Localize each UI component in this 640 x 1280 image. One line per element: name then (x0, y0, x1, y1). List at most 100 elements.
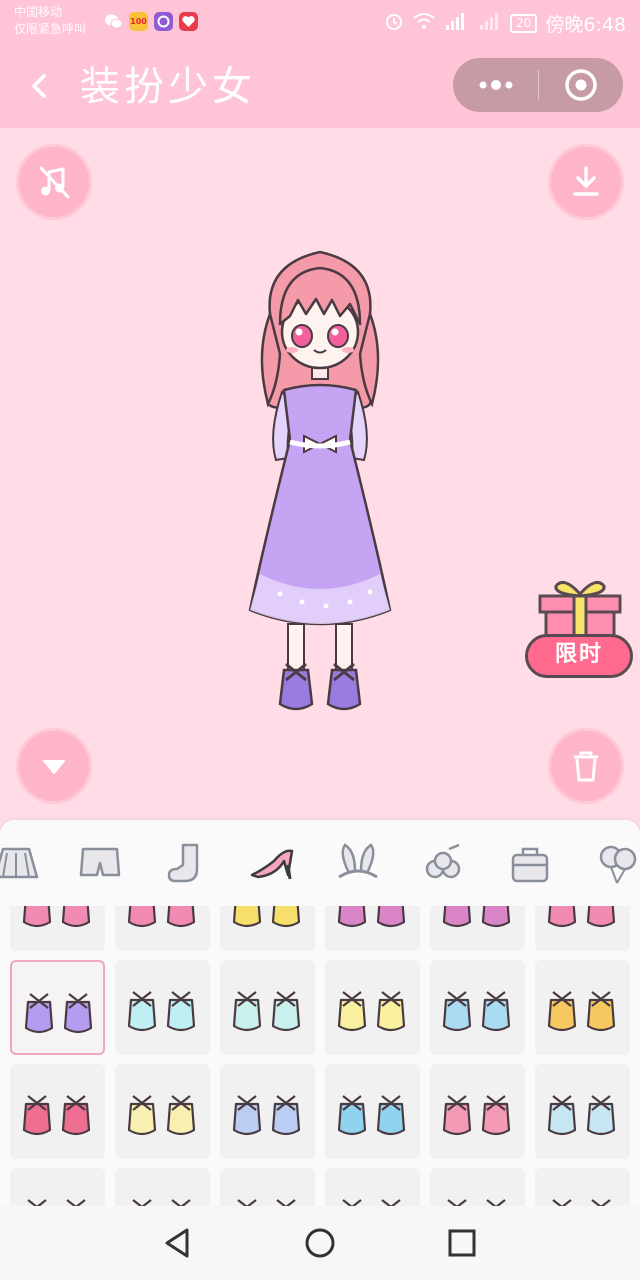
shoe-item[interactable] (535, 906, 630, 951)
shoe-item[interactable] (430, 1064, 525, 1159)
shoe-pair-icon (547, 991, 616, 1032)
nav-home-button[interactable] (297, 1220, 343, 1266)
shorts-icon (79, 847, 121, 877)
shoe-item[interactable] (10, 1168, 105, 1206)
shoe-item[interactable] (535, 960, 630, 1055)
battery-indicator: 20 (510, 14, 538, 33)
shoe-pair-icon (547, 906, 616, 928)
dressup-character[interactable] (240, 244, 400, 714)
shoe-pair-icon (127, 1095, 196, 1136)
tab-skirt[interactable] (0, 832, 48, 894)
system-status: 20 傍晚6:48 (384, 10, 626, 37)
nav-recents-button[interactable] (439, 1220, 485, 1266)
shoe-item[interactable] (10, 1064, 105, 1159)
shoe-item[interactable] (220, 1168, 315, 1206)
shoe-pair-icon (132, 1199, 191, 1206)
shoe-item[interactable] (325, 906, 420, 951)
tab-bag[interactable] (498, 832, 562, 894)
health-app-icon (179, 12, 198, 31)
collapse-button[interactable] (16, 728, 92, 804)
download-button[interactable] (548, 144, 624, 220)
shoe-item[interactable] (325, 1064, 420, 1159)
shoe-item[interactable] (535, 1168, 630, 1206)
shoe-item[interactable] (430, 906, 525, 951)
shoe-item[interactable] (220, 906, 315, 951)
miniprogram-capsule (453, 58, 623, 112)
shoe-pair-icon (337, 991, 406, 1032)
shoe-pair-icon (127, 991, 196, 1032)
bunny-ears-icon (338, 843, 378, 879)
delete-button[interactable] (548, 728, 624, 804)
shoe-pair-icon (27, 1199, 86, 1206)
category-bar (0, 820, 640, 906)
tab-shorts[interactable] (68, 832, 132, 894)
tab-socks[interactable] (154, 832, 218, 894)
shoe-pair-icon (337, 906, 406, 928)
shoe-item[interactable] (10, 906, 105, 951)
tab-shoes[interactable] (240, 832, 304, 894)
shoe-item[interactable] (115, 1168, 210, 1206)
shoe-pair-icon (442, 1095, 511, 1136)
shoe-pair-icon (232, 991, 301, 1032)
shoe-item[interactable] (430, 960, 525, 1055)
tab-headwear[interactable] (326, 832, 390, 894)
shoe-item[interactable] (220, 1064, 315, 1159)
shoe-item[interactable] (10, 960, 105, 1055)
music-toggle-button[interactable] (16, 144, 92, 220)
music-off-icon (39, 166, 70, 199)
balloon-icon (599, 845, 637, 884)
emergency-only-text: 仅限紧急呼叫 (14, 22, 87, 36)
shoe-pair-icon (22, 1095, 91, 1136)
shoe-item[interactable] (115, 1064, 210, 1159)
shoe-pair-icon (442, 906, 511, 928)
shoe-pair-icon (547, 1095, 616, 1136)
close-miniprogram-button[interactable] (539, 58, 623, 112)
signal-icon (444, 11, 470, 36)
viber-icon (154, 12, 173, 31)
shoe-item[interactable] (325, 960, 420, 1055)
app-100-icon: 100 (129, 12, 148, 31)
carrier-info: 中国移动 仅限紧急呼叫 (14, 4, 86, 38)
tab-balloon[interactable] (584, 832, 640, 894)
clock: 傍晚6:48 (545, 14, 626, 36)
trash-icon (574, 751, 598, 782)
gift-box-icon (538, 580, 622, 638)
status-bar: 中国移动 仅限紧急呼叫 100 20 傍晚6:48 (0, 0, 640, 46)
shoe-pair-icon (447, 1199, 506, 1206)
shoe-pair-icon (232, 1095, 301, 1136)
download-icon (573, 166, 599, 196)
item-grid (0, 906, 640, 1206)
chevron-left-icon (32, 74, 46, 98)
back-button[interactable] (22, 64, 62, 108)
more-button[interactable] (453, 58, 538, 112)
title-bar: 装扮少女 (0, 46, 640, 128)
limited-time-gift[interactable]: 限时 (524, 576, 636, 680)
shoe-pair-icon (342, 1199, 401, 1206)
shoe-item[interactable] (115, 960, 210, 1055)
wechat-icon (104, 12, 123, 31)
chevron-down-icon (43, 760, 65, 774)
sock-icon (167, 843, 199, 883)
signal-2-icon (478, 11, 502, 36)
shoe-pair-icon (442, 991, 511, 1032)
shoe-pair-icon (237, 1199, 296, 1206)
nav-back-button[interactable] (155, 1220, 201, 1266)
page-title: 装扮少女 (80, 64, 256, 110)
shoe-item[interactable] (430, 1168, 525, 1206)
shoe-item[interactable] (220, 960, 315, 1055)
shoe-item[interactable] (115, 906, 210, 951)
shoe-item[interactable] (325, 1168, 420, 1206)
bag-icon (511, 847, 549, 883)
shoe-pair-icon (127, 906, 196, 928)
shoe-pair-icon (232, 906, 301, 928)
high-heel-icon (250, 849, 294, 880)
shoe-item[interactable] (535, 1064, 630, 1159)
tab-accessory[interactable] (412, 832, 476, 894)
more-dots-icon (479, 80, 513, 90)
skirt-icon (0, 847, 39, 879)
limited-time-label: 限时 (525, 634, 633, 678)
circle-home-icon (305, 1228, 335, 1258)
notification-icons: 100 (104, 12, 198, 31)
shoe-pair-icon (22, 906, 91, 928)
wifi-icon (412, 11, 436, 36)
